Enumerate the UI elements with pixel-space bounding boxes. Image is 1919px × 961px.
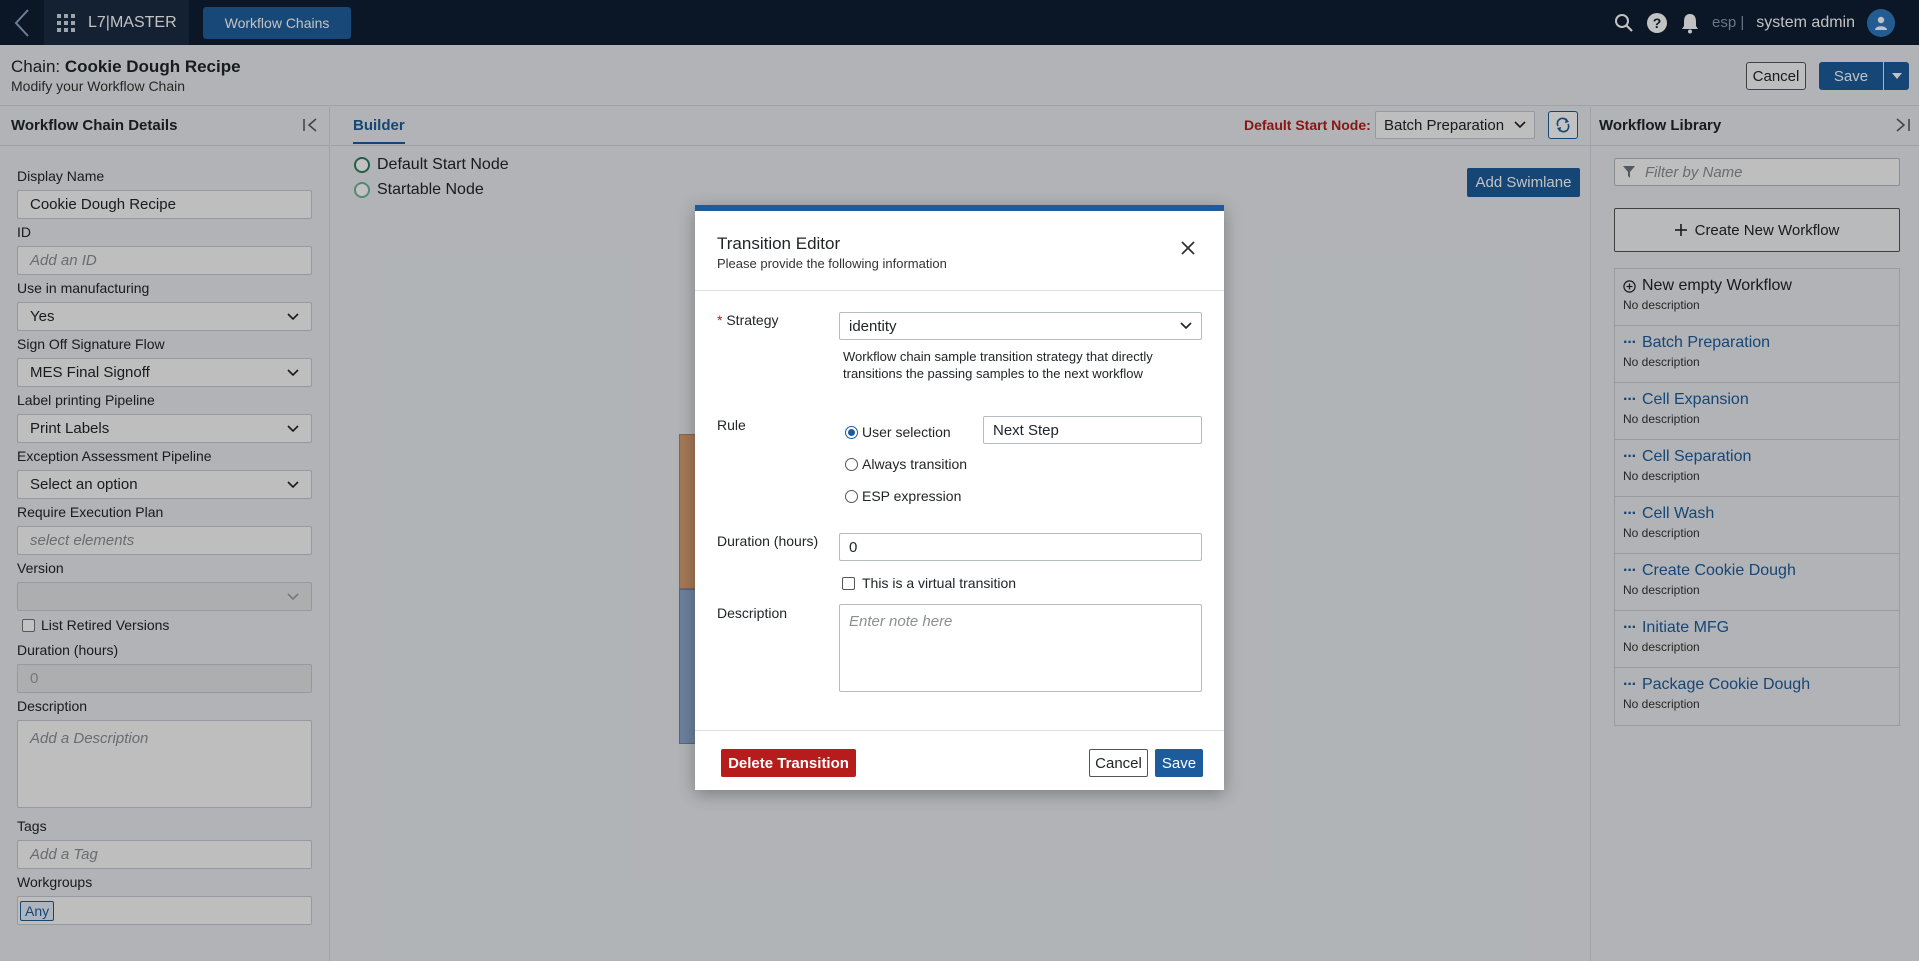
duration-label: Duration (hours) — [717, 533, 819, 549]
radio-unselected[interactable] — [845, 489, 858, 503]
rule-user-selection-label: User selection — [862, 424, 951, 440]
description-textarea[interactable]: Enter note here — [839, 604, 1202, 692]
strategy-label: * Strategy — [717, 312, 778, 328]
radio-unselected[interactable] — [845, 457, 858, 471]
rule-always-label: Always transition — [862, 456, 968, 472]
strategy-help-text: Workflow chain sample transition strateg… — [843, 349, 1153, 381]
rule-always-transition[interactable]: Always transition — [845, 456, 967, 472]
strategy-label-text: Strategy — [726, 312, 779, 328]
virtual-transition-label: This is a virtual transition — [862, 575, 1017, 591]
chevron-down-icon — [1180, 322, 1192, 330]
rule-user-selection[interactable]: User selection — [845, 424, 951, 440]
delete-transition-button[interactable]: Delete Transition — [721, 749, 856, 777]
transition-editor-modal: Transition Editor Please provide the fol… — [695, 205, 1224, 790]
duration-input[interactable]: 0 — [839, 533, 1202, 561]
virtual-transition-checkbox[interactable]: This is a virtual transition — [842, 575, 1016, 591]
user-selection-input[interactable]: Next Step — [983, 416, 1202, 444]
checkbox[interactable] — [842, 576, 855, 590]
modal-cancel-button[interactable]: Cancel — [1089, 749, 1148, 777]
modal-save-button[interactable]: Save — [1155, 749, 1203, 777]
rule-esp-expression[interactable]: ESP expression — [845, 488, 961, 504]
description-label: Description — [717, 605, 788, 621]
rule-esp-label: ESP expression — [862, 488, 962, 504]
strategy-value: identity — [849, 317, 897, 335]
modal-subtitle: Please provide the following information — [717, 256, 947, 271]
strategy-select[interactable]: identity — [839, 312, 1202, 340]
rule-label: Rule — [717, 417, 746, 433]
radio-selected[interactable] — [845, 425, 858, 439]
close-icon[interactable] — [1179, 239, 1197, 257]
required-marker: * — [717, 312, 723, 328]
modal-title: Transition Editor — [717, 234, 841, 253]
